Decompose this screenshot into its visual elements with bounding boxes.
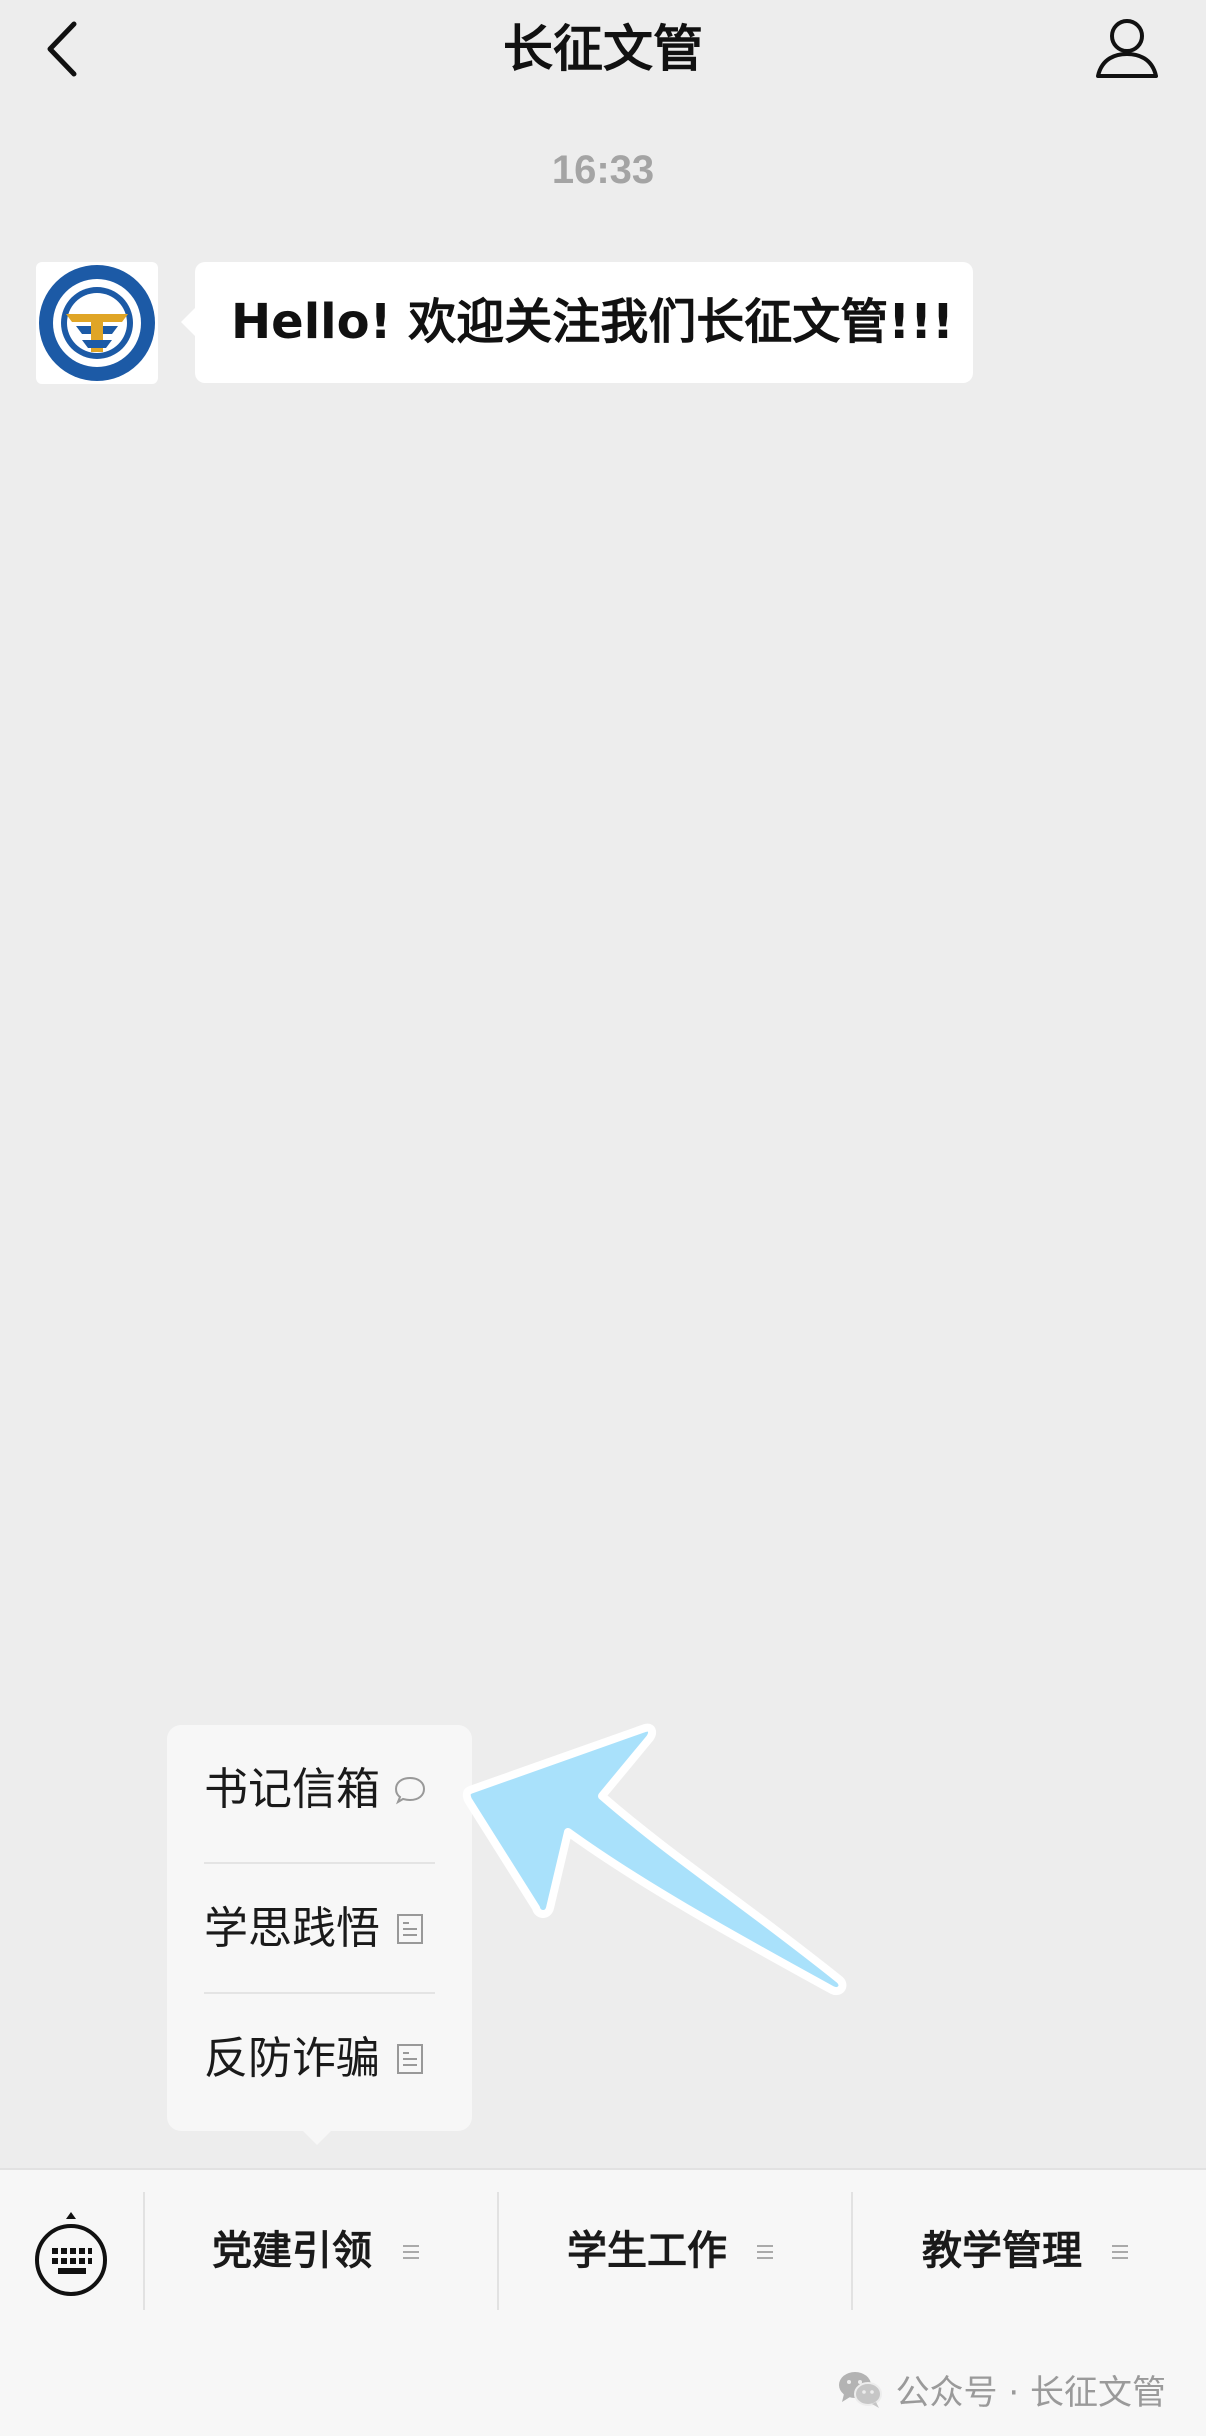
school-logo-icon — [39, 265, 155, 381]
submenu-item-mailbox[interactable]: 书记信箱 — [204, 1725, 435, 1855]
menu-lines-icon — [1112, 2245, 1128, 2259]
menu-tab-label: 党建引领 — [212, 2228, 372, 2274]
submenu-popup: 书记信箱 学思践悟 反防诈骗 — [167, 1725, 472, 2145]
pointer-arrow-icon — [462, 1723, 847, 1995]
page-title: 长征文管 — [503, 20, 703, 78]
person-icon — [1096, 19, 1158, 78]
menu-tab-label: 学生工作 — [567, 2228, 727, 2274]
nav-bar: 长征文管 — [0, 0, 1206, 100]
document-icon — [397, 2044, 423, 2074]
chevron-left-icon — [47, 21, 77, 77]
watermark-text: 公众号 · 长征文管 — [895, 2372, 1166, 2413]
document-icon — [397, 1914, 423, 1944]
submenu-item-study[interactable]: 学思践悟 — [204, 1864, 435, 1994]
submenu-item-label: 书记信箱 — [204, 1764, 380, 1815]
menu-lines-icon — [757, 2245, 773, 2259]
submenu-item-label: 学思践悟 — [204, 1903, 380, 1954]
profile-button[interactable] — [1092, 14, 1162, 84]
menu-lines-icon — [403, 2245, 419, 2259]
wechat-icon — [838, 2372, 882, 2408]
chat-bubble-icon — [394, 1776, 426, 1805]
message-text: Hello! 欢迎关注我们长征文管!!! — [231, 294, 954, 350]
menu-tab-label: 教学管理 — [922, 2228, 1082, 2274]
menu-tab-party-building[interactable]: 党建引领 — [145, 2192, 497, 2310]
chat-screen: 长征文管 16:33 Hello! 欢迎关注我们长征文管!!! 书记信箱 学思践… — [0, 0, 1206, 2436]
keyboard-toggle-button[interactable] — [30, 2210, 112, 2298]
message-timestamp: 16:33 — [551, 148, 655, 192]
watermark: 公众号 · 长征文管 — [836, 2364, 1166, 2414]
account-avatar[interactable] — [36, 262, 158, 384]
menu-tab-student-affairs[interactable]: 学生工作 — [499, 2192, 851, 2310]
back-button[interactable] — [36, 14, 96, 84]
message-bubble[interactable]: Hello! 欢迎关注我们长征文管!!! — [181, 262, 973, 383]
submenu-item-antifraud[interactable]: 反防诈骗 — [204, 1994, 435, 2124]
submenu-item-label: 反防诈骗 — [204, 2033, 380, 2084]
menu-tab-teaching-management[interactable]: 教学管理 — [853, 2192, 1206, 2310]
keyboard-icon — [35, 2212, 107, 2296]
